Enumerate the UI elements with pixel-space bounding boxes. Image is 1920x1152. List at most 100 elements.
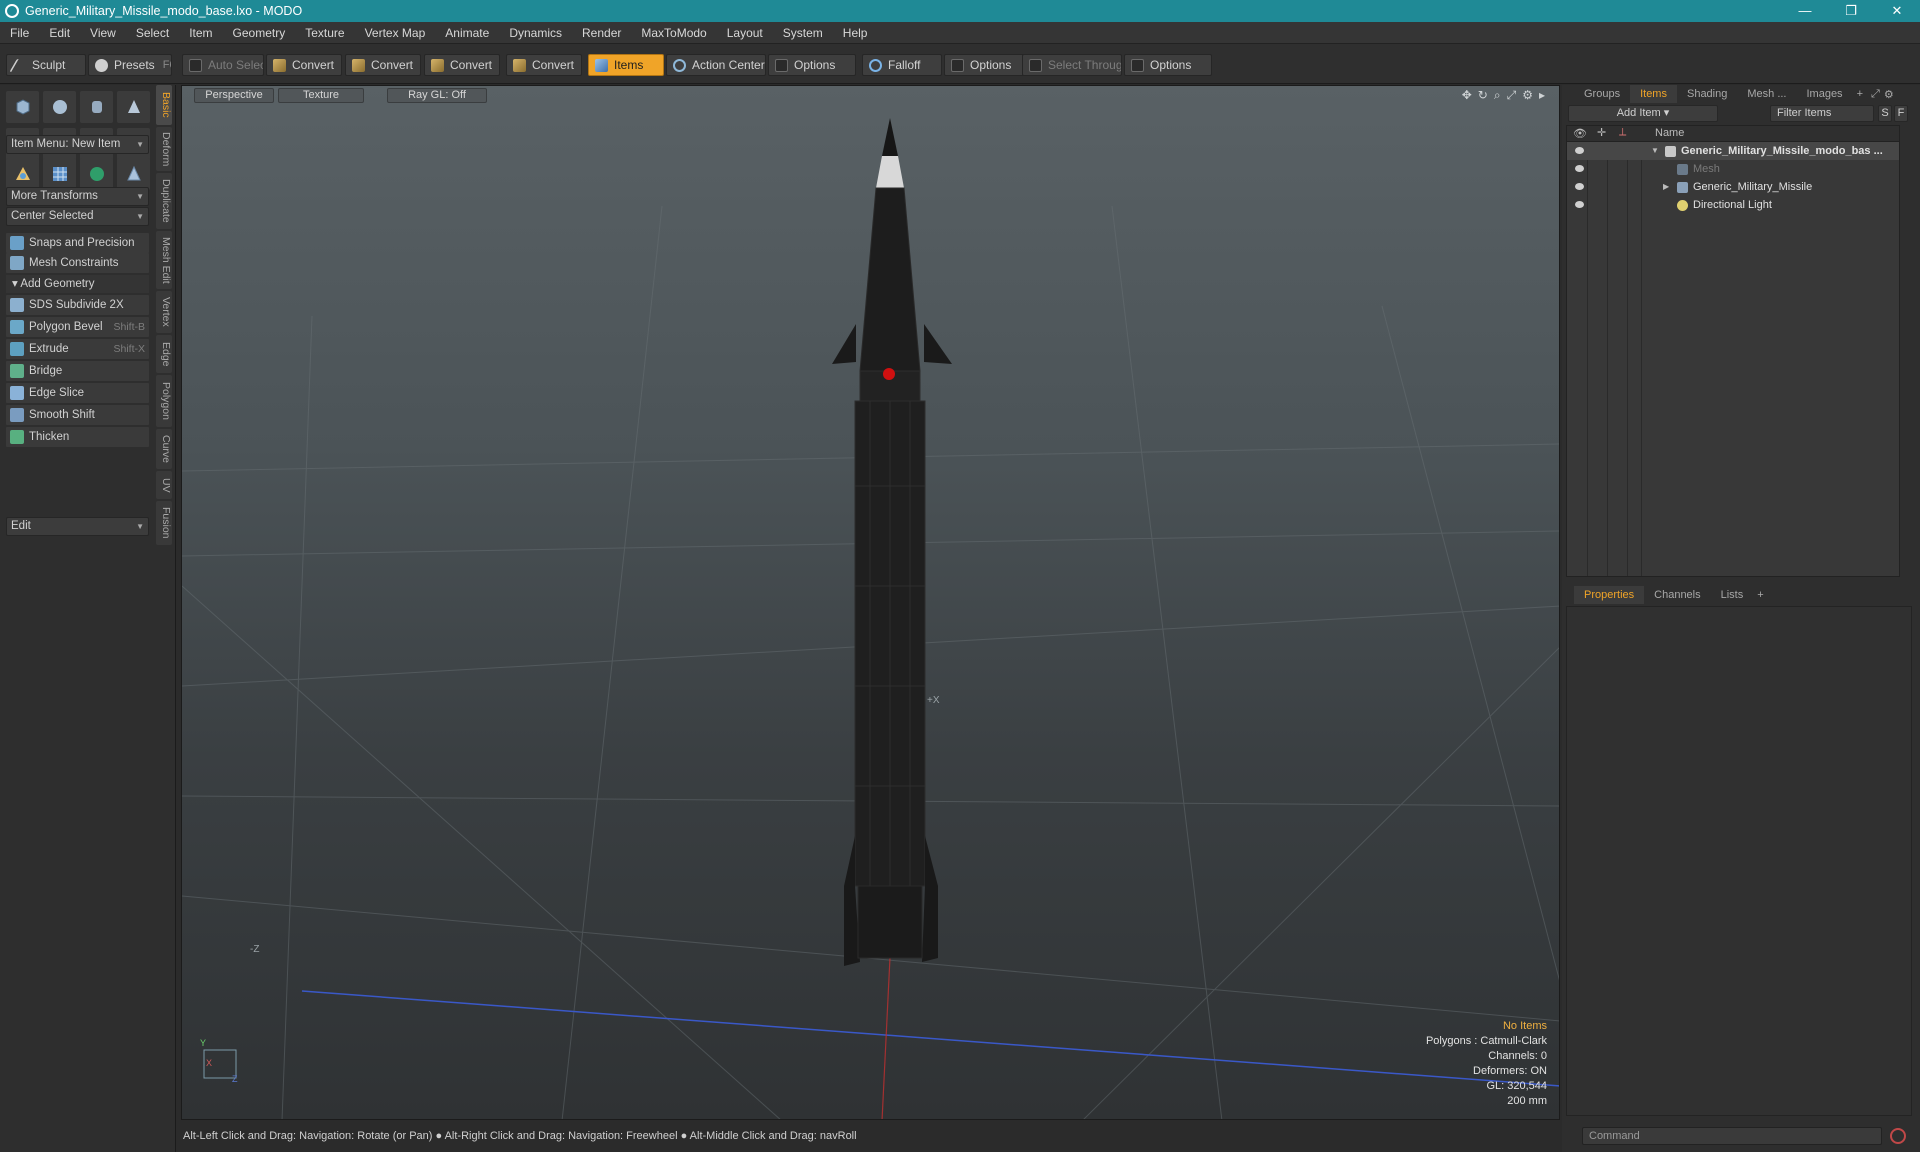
tree-item-mesh[interactable]: Mesh	[1567, 160, 1899, 178]
bridge-button[interactable]: Bridge	[6, 361, 149, 381]
command-input[interactable]: Command	[1582, 1127, 1882, 1145]
tab-mesh[interactable]: Mesh ...	[1737, 85, 1796, 103]
visibility-eye-icon[interactable]	[1575, 183, 1584, 190]
polygon-bevel-button[interactable]: Polygon Bevel Shift-B	[6, 317, 149, 337]
grid-tool[interactable]	[43, 158, 76, 190]
collapse-triangle-icon[interactable]: ▼	[1651, 142, 1659, 160]
tab-properties[interactable]: Properties	[1574, 586, 1645, 604]
expand-triangle-icon[interactable]: ▶	[1663, 178, 1669, 196]
item-pivot-marker[interactable]	[883, 368, 895, 380]
center-selected-select[interactable]: Center Selected	[6, 207, 149, 226]
more-transforms-select[interactable]: More Transforms	[6, 187, 149, 206]
filter-s-button[interactable]: S	[1878, 105, 1892, 122]
filter-f-button[interactable]: F	[1894, 105, 1908, 122]
menu-help[interactable]: Help	[833, 22, 878, 44]
panel-gear-icon[interactable]: ⚙	[1884, 88, 1894, 101]
options-button-2[interactable]: Options	[944, 54, 1024, 76]
items-mode-button[interactable]: Items	[588, 54, 664, 76]
perspective-tab[interactable]: Perspective	[194, 88, 274, 103]
tab-vertex[interactable]: Vertex	[156, 291, 172, 333]
gear-icon[interactable]: ⚙	[1522, 88, 1533, 103]
add-tab-icon[interactable]: +	[1857, 88, 1863, 100]
menu-view[interactable]: View	[80, 22, 126, 44]
visibility-eye-icon[interactable]	[1575, 201, 1584, 208]
tab-duplicate[interactable]: Duplicate	[156, 173, 172, 229]
menu-texture[interactable]: Texture	[295, 22, 354, 44]
tab-deform[interactable]: Deform	[156, 127, 172, 171]
cone-shape-tool[interactable]	[117, 158, 150, 190]
minimize-button[interactable]: —	[1782, 3, 1828, 19]
smooth-shift-button[interactable]: Smooth Shift	[6, 405, 149, 425]
menu-edit[interactable]: Edit	[39, 22, 80, 44]
close-button[interactable]: ✕	[1874, 3, 1920, 19]
render-column-icon[interactable]: ⟂	[1619, 126, 1626, 139]
menu-dynamics[interactable]: Dynamics	[499, 22, 572, 44]
select-through-button[interactable]: Select Through	[1022, 54, 1122, 76]
menu-maxtomodo[interactable]: MaxToModo	[631, 22, 716, 44]
convert-polygons-button[interactable]: Convert	[424, 54, 500, 76]
maximize-icon[interactable]: ⤢	[1507, 88, 1517, 103]
tree-item-missile[interactable]: ▶ Generic_Military_Missile	[1567, 178, 1899, 196]
expand-icon[interactable]: ⤢	[1871, 88, 1880, 101]
cylinder-tool[interactable]	[80, 91, 113, 123]
tab-fusion[interactable]: Fusion	[156, 501, 172, 545]
menu-system[interactable]: System	[773, 22, 833, 44]
transform-tool[interactable]	[6, 158, 39, 190]
tab-polygon[interactable]: Polygon	[156, 375, 172, 427]
tree-item-light[interactable]: Directional Light	[1567, 196, 1899, 214]
add-tab-icon[interactable]: +	[1757, 589, 1763, 601]
menu-geometry[interactable]: Geometry	[223, 22, 296, 44]
cone-tool[interactable]	[117, 91, 150, 123]
tab-basic[interactable]: Basic	[156, 85, 172, 125]
snaps-precision-button[interactable]: Snaps and Precision	[6, 233, 149, 253]
viewport-menu-icon[interactable]: ▸	[1539, 88, 1545, 103]
sculpt-button[interactable]: Sculpt	[6, 54, 86, 76]
tab-channels[interactable]: Channels	[1644, 586, 1710, 604]
tab-images[interactable]: Images	[1796, 85, 1852, 103]
convert-edges-button[interactable]: Convert	[345, 54, 421, 76]
thicken-button[interactable]: Thicken	[6, 427, 149, 447]
menu-file[interactable]: File	[0, 22, 39, 44]
presets-button[interactable]: Presets F6	[88, 54, 172, 76]
convert-materials-button[interactable]: Convert	[506, 54, 582, 76]
tab-uv[interactable]: UV	[156, 471, 172, 499]
visibility-column-icon[interactable]: 👁	[1573, 127, 1587, 140]
rotate-icon[interactable]: ↻	[1478, 88, 1488, 103]
menu-render[interactable]: Render	[572, 22, 631, 44]
menu-animate[interactable]: Animate	[435, 22, 499, 44]
action-center-button[interactable]: Action Center	[666, 54, 766, 76]
add-geometry-header[interactable]: ▾ Add Geometry	[6, 275, 149, 293]
falloff-button[interactable]: Falloff	[862, 54, 942, 76]
texture-tab[interactable]: Texture	[278, 88, 364, 103]
tab-curve[interactable]: Curve	[156, 429, 172, 469]
menu-item[interactable]: Item	[179, 22, 222, 44]
ray-gl-tab[interactable]: Ray GL: Off	[387, 88, 487, 103]
tab-groups[interactable]: Groups	[1574, 85, 1630, 103]
add-item-button[interactable]: Add Item ▾	[1568, 105, 1718, 122]
name-column-header[interactable]: Name	[1655, 127, 1684, 139]
pan-icon[interactable]: ✥	[1462, 88, 1472, 103]
mesh-constraints-button[interactable]: Mesh Constraints	[6, 253, 149, 273]
cube-tool[interactable]	[6, 91, 39, 123]
visibility-eye-icon[interactable]	[1575, 165, 1584, 172]
auto-select-button[interactable]: Auto Select	[182, 54, 264, 76]
3d-viewport[interactable]: +X -Z Y X Z Perspective Texture Ray GL: …	[181, 85, 1560, 1120]
options-button-1[interactable]: Options	[768, 54, 856, 76]
sds-subdivide-button[interactable]: SDS Subdivide 2X	[6, 295, 149, 315]
tree-item-scene[interactable]: ▼ Generic_Military_Missile_modo_bas ...	[1567, 142, 1899, 160]
sphere-tool[interactable]	[43, 91, 76, 123]
restore-button[interactable]: ❐	[1828, 3, 1874, 19]
edit-select[interactable]: Edit	[6, 517, 149, 536]
menu-layout[interactable]: Layout	[717, 22, 773, 44]
tab-mesh-edit[interactable]: Mesh Edit	[156, 231, 172, 289]
command-history-icon[interactable]	[1890, 1128, 1906, 1144]
filter-items-input[interactable]: Filter Items	[1770, 105, 1874, 122]
tab-lists[interactable]: Lists	[1711, 586, 1754, 604]
visibility-eye-icon[interactable]	[1575, 147, 1584, 154]
extrude-button[interactable]: Extrude Shift-X	[6, 339, 149, 359]
lock-column-icon[interactable]: ✛	[1597, 126, 1606, 139]
item-menu-select[interactable]: Item Menu: New Item	[6, 135, 149, 154]
tab-shading[interactable]: Shading	[1677, 85, 1737, 103]
menu-vertex-map[interactable]: Vertex Map	[355, 22, 436, 44]
options-button-3[interactable]: Options	[1124, 54, 1212, 76]
